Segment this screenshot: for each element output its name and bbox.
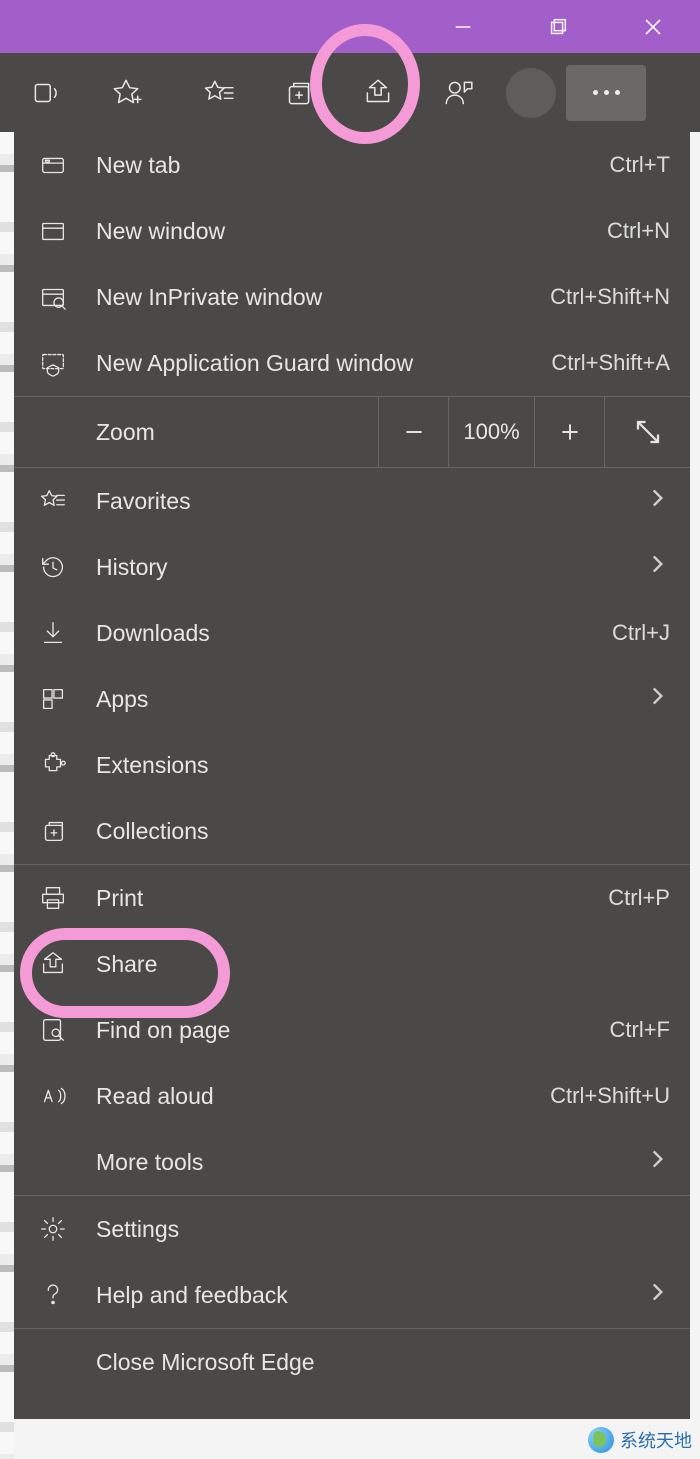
add-favorite-icon[interactable] — [86, 63, 166, 123]
chevron-right-icon — [644, 683, 670, 715]
menu-label: History — [96, 554, 644, 581]
chevron-right-icon — [644, 1279, 670, 1311]
chevron-right-icon — [644, 1146, 670, 1178]
menu-shortcut: Ctrl+J — [612, 620, 670, 646]
menu-label: Close Microsoft Edge — [96, 1349, 670, 1376]
window-minimize-button[interactable] — [415, 0, 510, 53]
collections-toolbar-icon[interactable] — [258, 63, 338, 123]
chevron-right-icon — [644, 485, 670, 517]
settings-menu: New tab Ctrl+T New window Ctrl+N New InP… — [14, 132, 690, 1419]
tab-icon — [38, 150, 96, 180]
help-icon — [38, 1280, 96, 1310]
star-list-icon — [38, 486, 96, 516]
globe-icon — [588, 1427, 614, 1453]
menu-more-tools[interactable]: More tools — [14, 1129, 690, 1195]
share-icon — [38, 949, 96, 979]
menu-help[interactable]: Help and feedback — [14, 1262, 690, 1328]
menu-shortcut: Ctrl+N — [607, 218, 670, 244]
menu-apps[interactable]: Apps — [14, 666, 690, 732]
gear-icon — [38, 1214, 96, 1244]
menu-downloads[interactable]: Downloads Ctrl+J — [14, 600, 690, 666]
window-maximize-button[interactable] — [510, 0, 605, 53]
read-aloud-menu-icon — [38, 1081, 96, 1111]
menu-label: Apps — [96, 686, 644, 713]
feedback-icon[interactable] — [418, 63, 498, 123]
menu-label: New window — [96, 218, 607, 245]
menu-new-appguard[interactable]: New Application Guard window Ctrl+Shift+… — [14, 330, 690, 396]
menu-share[interactable]: Share — [14, 931, 690, 997]
menu-label: Collections — [96, 818, 670, 845]
menu-label: New InPrivate window — [96, 284, 550, 311]
watermark-text: 系统天地 — [620, 1427, 692, 1453]
menu-label: Share — [96, 951, 670, 978]
menu-label: New tab — [96, 152, 610, 179]
zoom-value: 100% — [448, 397, 534, 467]
chevron-right-icon — [644, 551, 670, 583]
print-icon — [38, 883, 96, 913]
menu-shortcut: Ctrl+F — [610, 1017, 671, 1043]
zoom-row: Zoom 100% — [14, 396, 690, 468]
menu-label: Read aloud — [96, 1083, 550, 1110]
menu-history[interactable]: History — [14, 534, 690, 600]
menu-shortcut: Ctrl+Shift+U — [550, 1083, 670, 1109]
menu-new-inprivate[interactable]: New InPrivate window Ctrl+Shift+N — [14, 264, 690, 330]
appguard-icon — [38, 348, 96, 378]
menu-shortcut: Ctrl+Shift+N — [550, 284, 670, 310]
menu-label: Help and feedback — [96, 1282, 644, 1309]
menu-print[interactable]: Print Ctrl+P — [14, 865, 690, 931]
inprivate-icon — [38, 282, 96, 312]
menu-shortcut: Ctrl+Shift+A — [551, 350, 670, 376]
profile-avatar[interactable] — [506, 68, 556, 118]
window-titlebar — [0, 0, 700, 53]
menu-shortcut: Ctrl+T — [610, 152, 671, 178]
menu-favorites[interactable]: Favorites — [14, 468, 690, 534]
menu-label: More tools — [96, 1149, 644, 1176]
menu-read-aloud[interactable]: Read aloud Ctrl+Shift+U — [14, 1063, 690, 1129]
menu-label: Favorites — [96, 488, 644, 515]
menu-label: Downloads — [96, 620, 612, 647]
menu-label: Extensions — [96, 752, 670, 779]
download-icon — [38, 618, 96, 648]
menu-label: Print — [96, 885, 608, 912]
zoom-out-button[interactable] — [378, 397, 448, 467]
collections-icon — [38, 816, 96, 846]
menu-extensions[interactable]: Extensions — [14, 732, 690, 798]
menu-label: Settings — [96, 1216, 670, 1243]
menu-new-window[interactable]: New window Ctrl+N — [14, 198, 690, 264]
extension-icon — [38, 750, 96, 780]
background-noise — [0, 132, 14, 1459]
fullscreen-button[interactable] — [604, 397, 690, 467]
find-icon — [38, 1015, 96, 1045]
window-icon — [38, 216, 96, 246]
menu-settings[interactable]: Settings — [14, 1196, 690, 1262]
zoom-in-button[interactable] — [534, 397, 604, 467]
favorites-icon[interactable] — [178, 63, 258, 123]
watermark: 系统天地 — [588, 1427, 692, 1453]
read-aloud-icon[interactable] — [6, 63, 86, 123]
browser-toolbar — [0, 53, 700, 132]
window-close-button[interactable] — [605, 0, 700, 53]
more-menu-button[interactable] — [566, 65, 646, 121]
share-toolbar-icon[interactable] — [338, 63, 418, 123]
menu-collections[interactable]: Collections — [14, 798, 690, 864]
menu-new-tab[interactable]: New tab Ctrl+T — [14, 132, 690, 198]
history-icon — [38, 552, 96, 582]
menu-find[interactable]: Find on page Ctrl+F — [14, 997, 690, 1063]
zoom-label: Zoom — [14, 397, 378, 467]
apps-icon — [38, 684, 96, 714]
menu-shortcut: Ctrl+P — [608, 885, 670, 911]
menu-label: Find on page — [96, 1017, 610, 1044]
menu-close-edge[interactable]: Close Microsoft Edge — [14, 1329, 690, 1395]
menu-label: New Application Guard window — [96, 350, 551, 377]
